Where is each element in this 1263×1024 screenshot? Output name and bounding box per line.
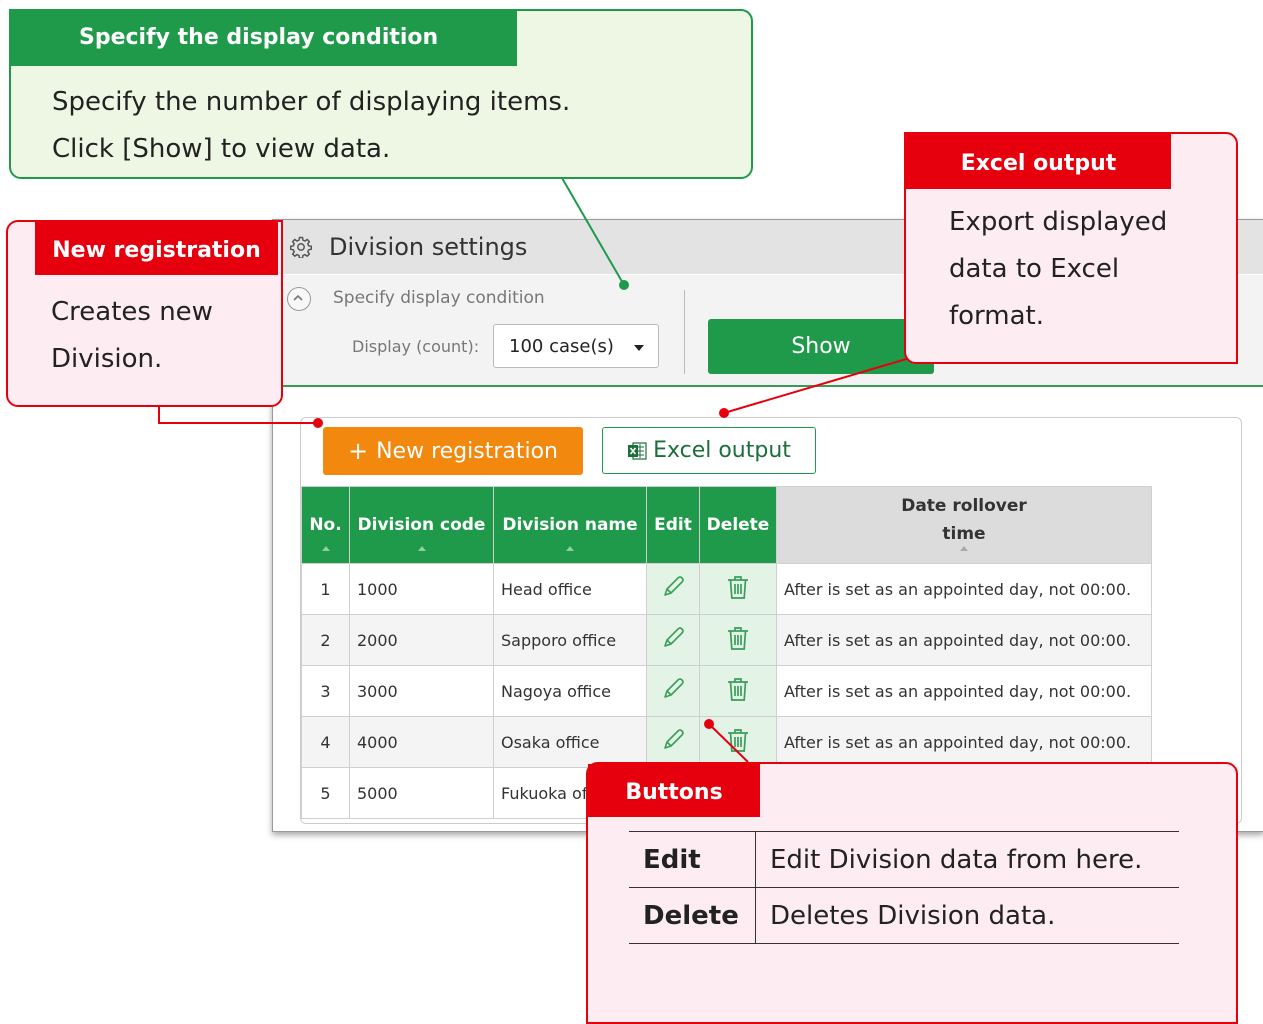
callout-excel-line-3: format. bbox=[949, 301, 1045, 331]
callout-excel-body: Export displayed data to Excel format. bbox=[949, 199, 1167, 340]
callout-excel-line-2: data to Excel bbox=[949, 254, 1120, 284]
legend-edit-key: Edit bbox=[629, 831, 756, 888]
callout-new-body: Creates new Division. bbox=[51, 289, 213, 383]
callout-buttons: Buttons Edit Edit Division data from her… bbox=[586, 762, 1238, 1024]
callout-new-line-2: Division. bbox=[51, 344, 163, 374]
legend-delete-desc: Deletes Division data. bbox=[755, 887, 1179, 944]
legend-row-delete: Delete Deletes Division data. bbox=[629, 887, 1179, 944]
callout-display-line-2: Click [Show] to view data. bbox=[52, 134, 391, 164]
callout-excel-output: Excel output Export displayed data to Ex… bbox=[904, 132, 1238, 364]
legend-delete-key: Delete bbox=[629, 887, 756, 944]
callout-excel-line-1: Export displayed bbox=[949, 207, 1168, 237]
callout-display-body: Specify the number of displaying items. … bbox=[52, 79, 570, 173]
callout-new-tag: New registration bbox=[35, 222, 278, 275]
legend-edit-desc: Edit Division data from here. bbox=[755, 831, 1179, 888]
callout-display-line-1: Specify the number of displaying items. bbox=[52, 87, 571, 117]
callout-display-condition: Specify the display condition Specify th… bbox=[9, 9, 753, 179]
callout-display-tag: Specify the display condition bbox=[9, 9, 517, 66]
callout-excel-tag: Excel output bbox=[906, 134, 1171, 189]
legend-row-edit: Edit Edit Division data from here. bbox=[629, 831, 1179, 888]
callout-new-line-1: Creates new bbox=[51, 297, 213, 327]
callout-new-registration: New registration Creates new Division. bbox=[6, 220, 283, 407]
callout-buttons-tag: Buttons bbox=[588, 764, 760, 817]
buttons-legend-table: Edit Edit Division data from here. Delet… bbox=[629, 831, 1179, 944]
